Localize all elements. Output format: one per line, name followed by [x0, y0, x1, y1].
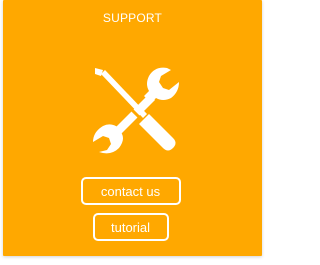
contact-us-button[interactable]: contact us [80, 177, 181, 205]
tutorial-button[interactable]: tutorial [92, 213, 169, 241]
support-panel: SUPPORT contact us tutorial [3, 0, 262, 256]
wrench-screwdriver-icon [93, 67, 179, 154]
panel-title: SUPPORT [102, 11, 163, 25]
